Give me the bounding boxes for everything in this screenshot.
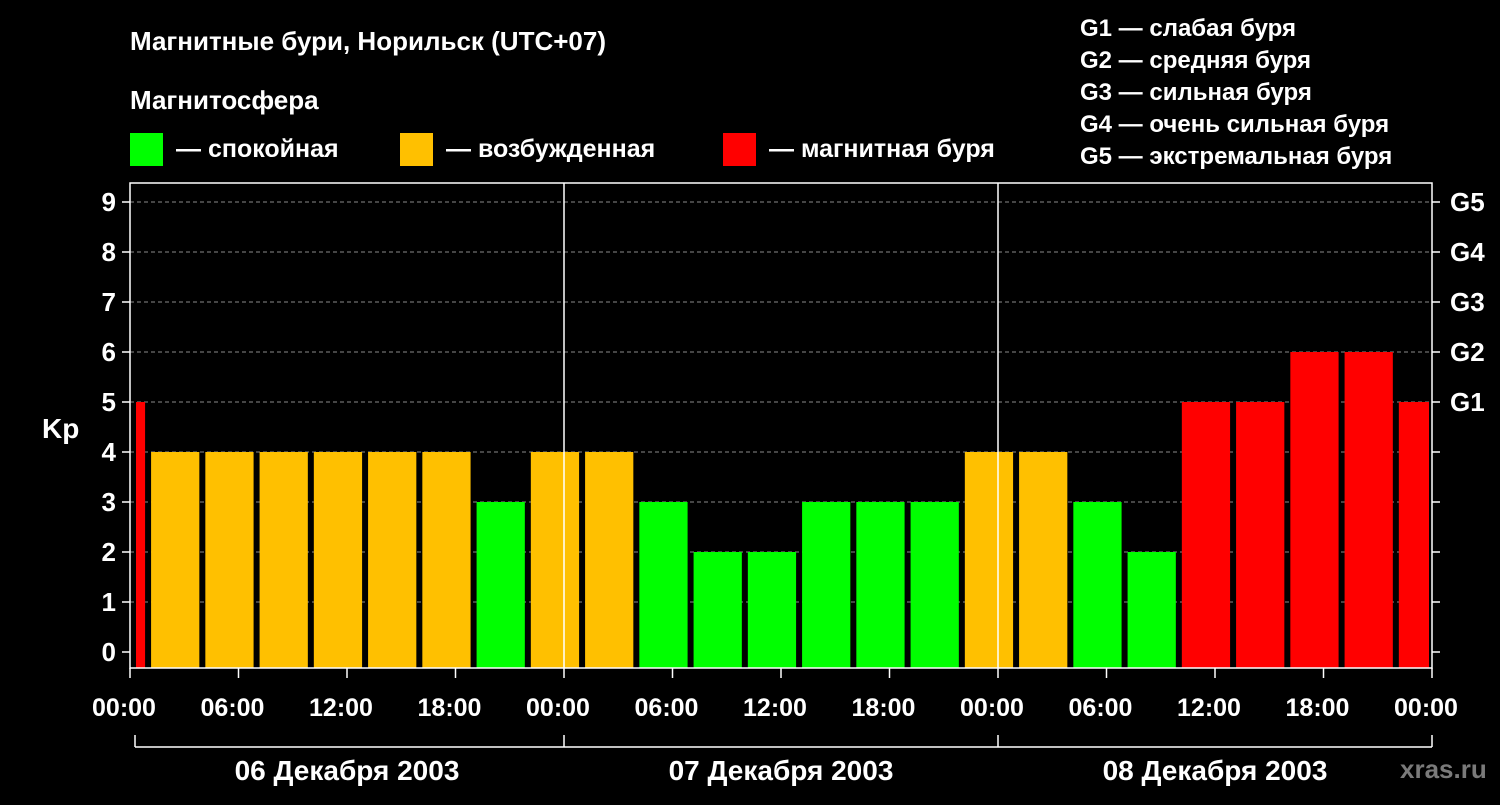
x-tick-label: 12:00 — [743, 694, 807, 722]
kp-bar — [476, 502, 525, 668]
x-tick-label: 18:00 — [1286, 694, 1350, 722]
y-tick-label: 2 — [102, 537, 116, 567]
kp-bar — [1073, 502, 1122, 668]
g-level-label: G5 — [1450, 187, 1485, 217]
kp-bar — [368, 452, 417, 668]
kp-bar — [205, 452, 254, 668]
g-scale-g1: G1 — слабая буря — [1080, 15, 1296, 42]
kp-bar — [802, 502, 851, 668]
y-tick-label: 7 — [102, 287, 116, 317]
day-label: 08 Декабря 2003 — [1103, 755, 1328, 786]
kp-bar — [747, 552, 797, 668]
kp-bar — [1398, 402, 1429, 668]
kp-bar — [1181, 402, 1231, 668]
x-tick-label: 00:00 — [1394, 694, 1458, 722]
y-tick-label: 4 — [102, 437, 117, 467]
y-tick-label: 3 — [102, 487, 116, 517]
kp-bar — [313, 452, 363, 668]
kp-bar — [910, 502, 959, 668]
kp-bar — [422, 452, 471, 668]
kp-bar — [136, 402, 146, 668]
y-tick-label: 6 — [102, 337, 116, 367]
y-axis-label: Kp — [42, 413, 79, 444]
kp-bar — [856, 502, 905, 668]
kp-bar — [639, 502, 688, 668]
legend-label-quiet: — спокойная — [176, 135, 339, 163]
day-label: 07 Декабря 2003 — [669, 755, 894, 786]
plot-area: 0 1 2 3 4 5 6 7 8 9 G1 G2 G3 G4 G5 00:00 06:00 12:00 18:00… — [92, 182, 1485, 786]
x-tick-label: 18:00 — [418, 694, 482, 722]
g-scale-g2: G2 — средняя буря — [1080, 47, 1311, 74]
x-tick-label: 06:00 — [635, 694, 699, 722]
kp-bar — [1127, 552, 1176, 668]
y-tick-label: 0 — [102, 637, 116, 667]
kp-bar — [964, 452, 1014, 668]
kp-bar — [151, 452, 200, 668]
chart-title: Магнитные бури, Норильск (UTC+07) — [130, 26, 606, 56]
g-level-label: G4 — [1450, 237, 1485, 267]
legend-swatch-active — [400, 133, 433, 166]
y-tick-label: 1 — [102, 587, 116, 617]
x-tick-label: 18:00 — [852, 694, 916, 722]
y-tick-label: 5 — [102, 387, 116, 417]
kp-bar — [530, 452, 580, 668]
kp-bar — [1290, 352, 1339, 668]
x-tick-label: 06:00 — [201, 694, 265, 722]
kp-bar — [1236, 402, 1285, 668]
day-label: 06 Декабря 2003 — [235, 755, 460, 786]
kp-bar — [1344, 352, 1393, 668]
kp-bar — [585, 452, 634, 668]
x-tick-label: 00:00 — [960, 694, 1024, 722]
g-level-label: G3 — [1450, 287, 1485, 317]
x-tick-label: 00:00 — [92, 694, 156, 722]
legend-heading: Магнитосфера — [130, 85, 319, 115]
legend-label-storm: — магнитная буря — [769, 135, 995, 163]
g-level-label: G1 — [1450, 387, 1485, 417]
kp-bar — [259, 452, 308, 668]
watermark: xras.ru — [1400, 754, 1487, 784]
x-tick-label: 06:00 — [1069, 694, 1133, 722]
kp-bar — [693, 552, 742, 668]
g-scale-g4: G4 — очень сильная буря — [1080, 111, 1389, 138]
legend-swatch-storm — [723, 133, 756, 166]
g-scale-g5: G5 — экстремальная буря — [1080, 143, 1392, 170]
legend-swatch-quiet — [130, 133, 163, 166]
y-tick-label: 8 — [102, 237, 116, 267]
x-tick-label: 00:00 — [526, 694, 590, 722]
g-level-label: G2 — [1450, 337, 1485, 367]
x-tick-label: 12:00 — [309, 694, 373, 722]
chart-svg: Магнитные бури, Норильск (UTC+07) Магнит… — [42, 15, 1487, 786]
g-scale-g3: G3 — сильная буря — [1080, 79, 1312, 106]
kp-bar — [1019, 452, 1068, 668]
legend-label-active: — возбужденная — [446, 135, 655, 163]
y-tick-label: 9 — [102, 187, 116, 217]
x-tick-label: 12:00 — [1177, 694, 1241, 722]
